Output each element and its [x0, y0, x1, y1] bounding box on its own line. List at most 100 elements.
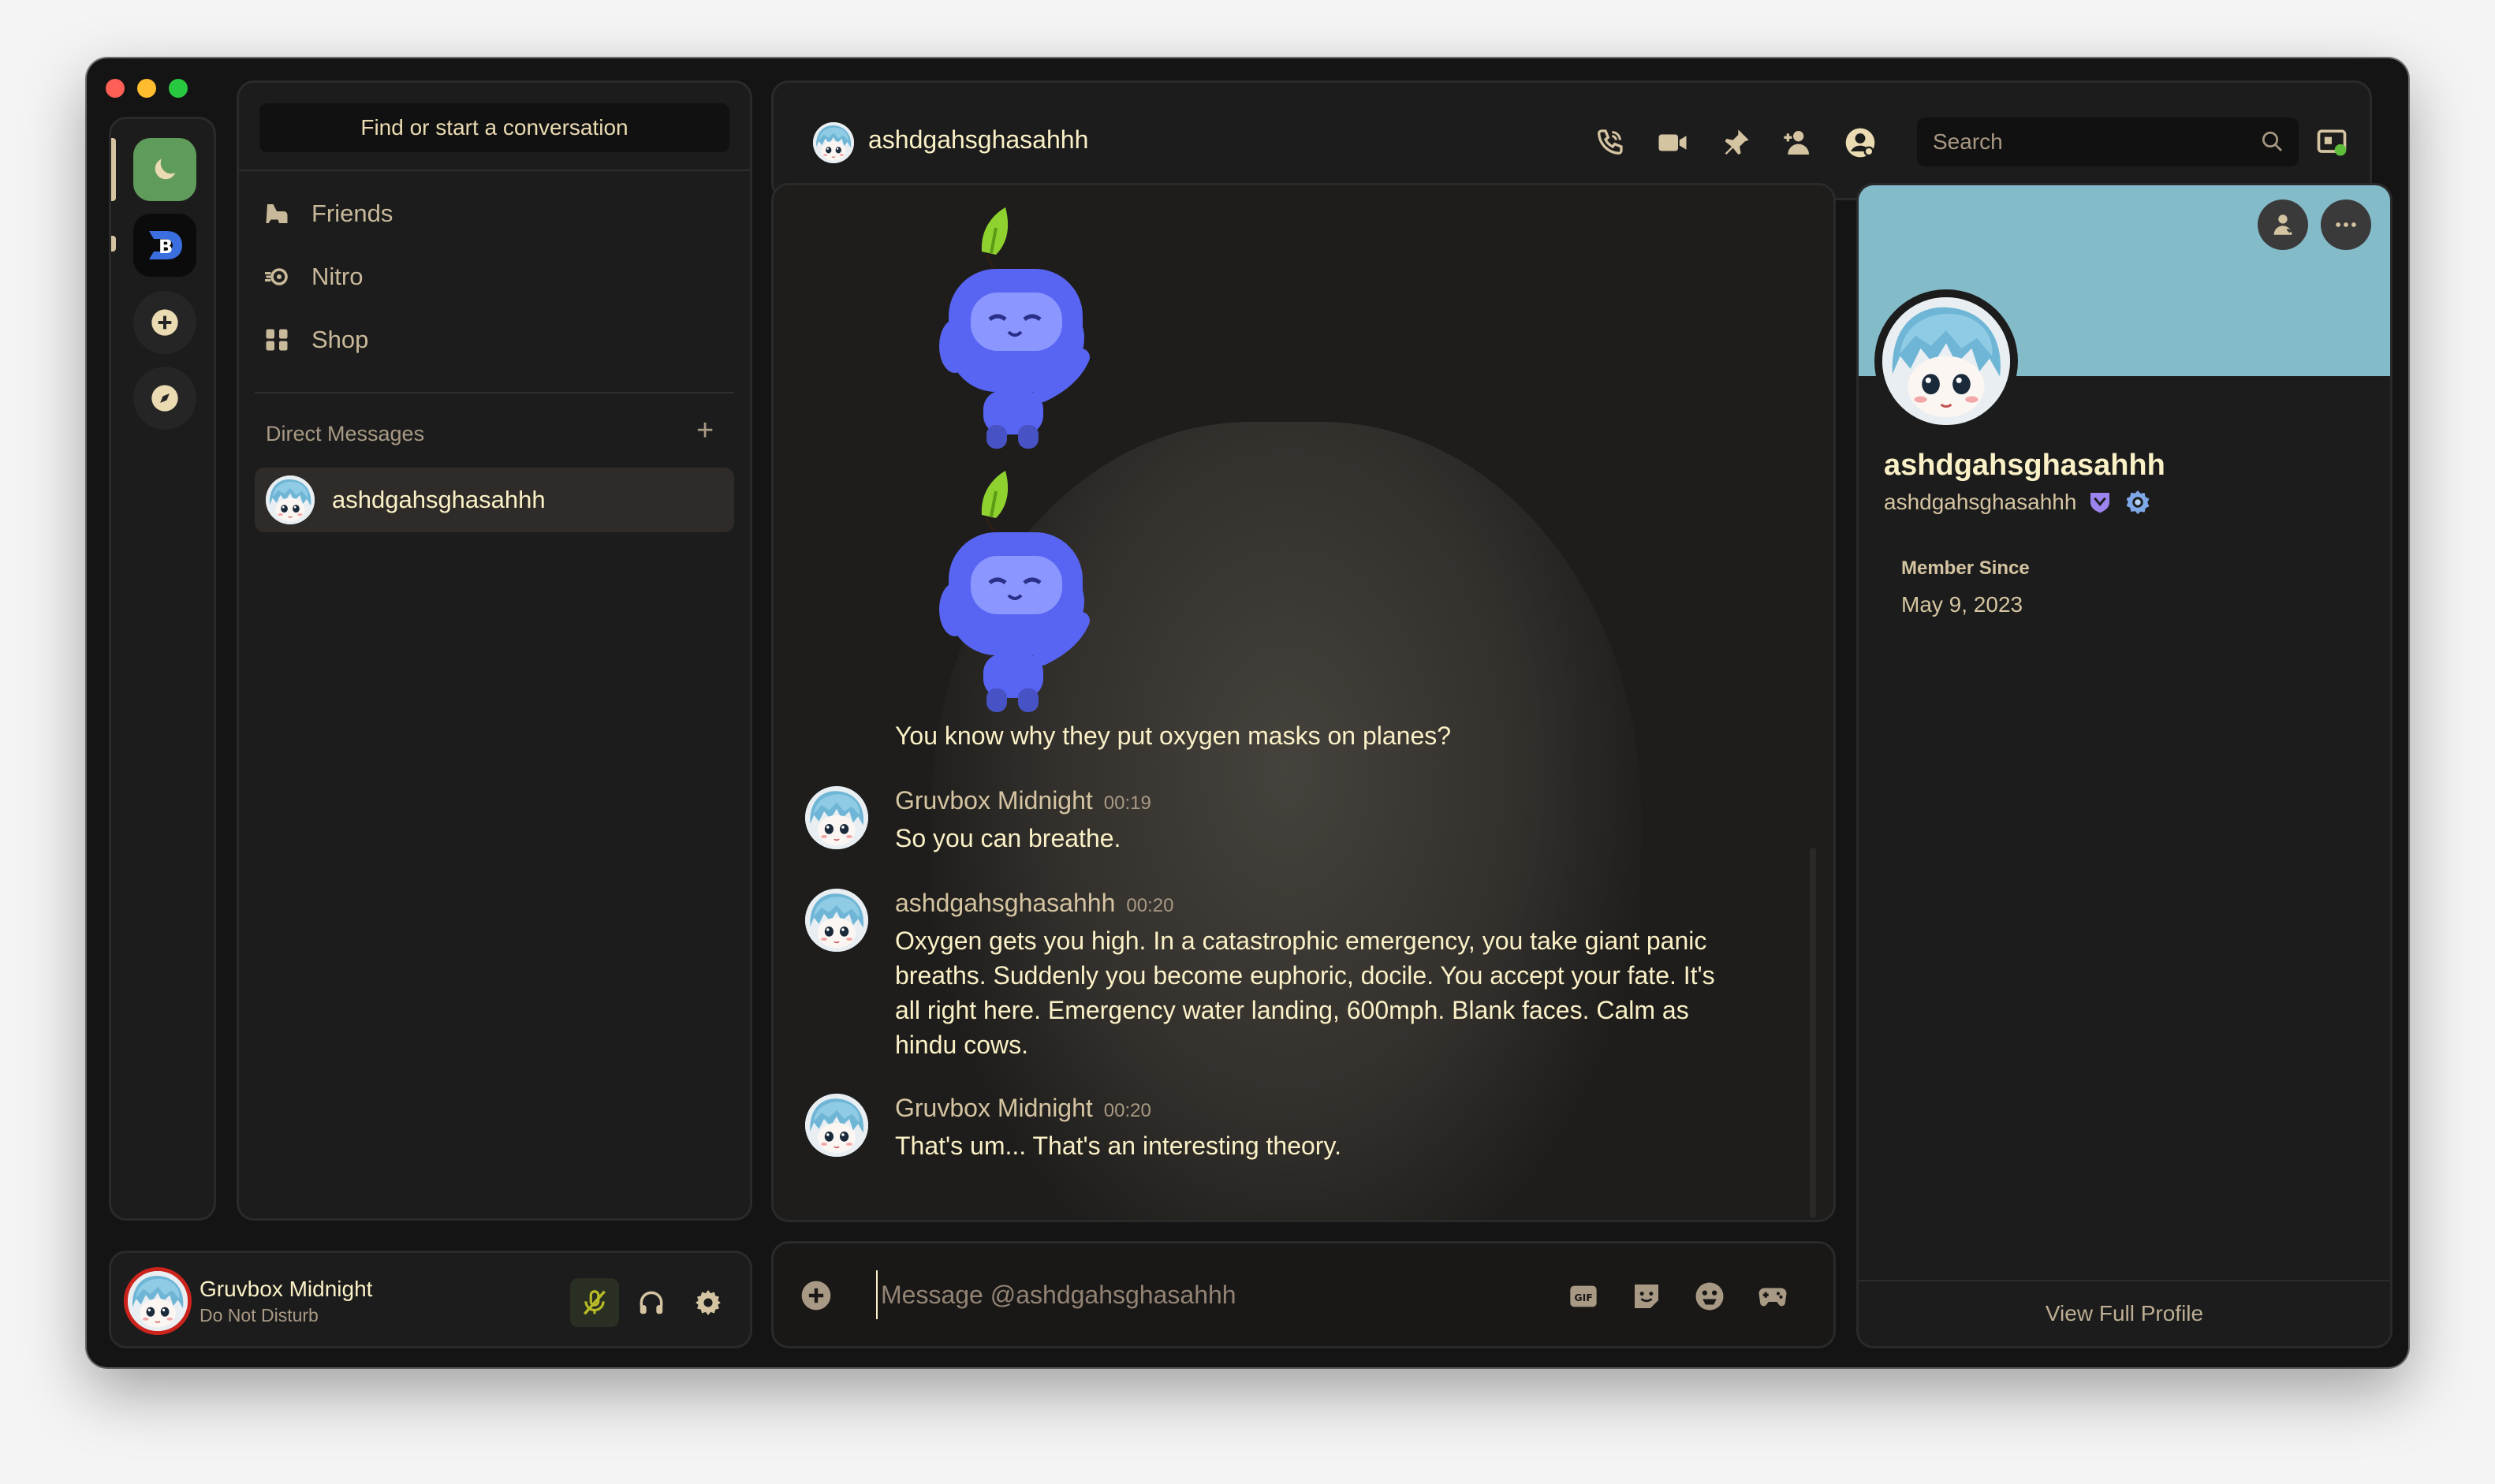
compass-icon — [151, 385, 178, 412]
message-timestamp: 00:19 — [1103, 792, 1151, 814]
avatar[interactable] — [805, 786, 868, 849]
friends-icon — [266, 204, 288, 223]
voice-call-button[interactable] — [1591, 124, 1628, 162]
member-since-label: Member Since — [1901, 557, 2030, 579]
mute-button[interactable] — [570, 1278, 619, 1327]
profile-avatar[interactable] — [1874, 289, 2018, 433]
member-since-date: May 9, 2023 — [1901, 592, 2023, 617]
ellipsis-icon — [2336, 222, 2356, 227]
author-name[interactable]: Gruvbox Midnight — [895, 1094, 1093, 1122]
avatar — [1882, 297, 2010, 425]
sticker-icon — [1635, 1285, 1658, 1308]
message-timestamp: 00:20 — [1126, 895, 1174, 916]
message-text: Oxygen gets you high. In a catastrophic … — [895, 927, 1715, 1059]
message-text: You know why they put oxygen masks on pl… — [895, 721, 1452, 750]
nitro-badge-icon[interactable] — [2124, 488, 2152, 516]
video-icon — [1658, 134, 1687, 151]
find-conversation-button[interactable]: Find or start a conversation — [259, 103, 729, 152]
user-profile-panel: ashdgahsghasahhh ashdgahsghasahhh Member… — [1856, 183, 2392, 1348]
add-friends-to-dm-button[interactable] — [1778, 124, 1816, 162]
dm-sidebar: Find or start a conversation Friends Nit… — [237, 80, 752, 1221]
user-avatar[interactable] — [124, 1267, 192, 1335]
message-input[interactable] — [876, 1270, 1554, 1319]
message-timestamp: 00:20 — [1103, 1100, 1151, 1121]
wumpus-sticker — [908, 196, 1097, 457]
avatar — [128, 1271, 188, 1331]
search-box[interactable]: Search — [1917, 117, 2299, 166]
nav-friends-label: Friends — [311, 199, 393, 227]
deafen-button[interactable] — [627, 1278, 676, 1327]
gif-button[interactable]: GIF — [1564, 1277, 1603, 1316]
nav-nitro[interactable]: Nitro — [263, 252, 363, 302]
emoji-button[interactable] — [1690, 1277, 1729, 1316]
nitro-icon — [265, 268, 288, 285]
user-name: Gruvbox Midnight — [200, 1277, 373, 1301]
author-name[interactable]: ashdgahsghasahhh — [895, 889, 1115, 917]
message-composer: GIF — [771, 1241, 1836, 1348]
message-text: So you can breathe. — [895, 824, 1121, 852]
view-full-profile-button[interactable]: View Full Profile — [1859, 1280, 2390, 1346]
inbox-button[interactable] — [2313, 124, 2351, 162]
video-call-button[interactable] — [1654, 124, 1691, 162]
gamepad-icon — [1758, 1288, 1787, 1307]
settings-button[interactable] — [684, 1278, 733, 1327]
create-dm-button[interactable]: + — [696, 414, 714, 448]
minimize-window-button[interactable] — [137, 79, 156, 98]
person-add-icon — [2273, 214, 2295, 235]
dm-item-ashdgahsghasahhh[interactable]: ashdgahsghasahhh — [255, 468, 734, 532]
search-placeholder: Search — [1933, 129, 2003, 154]
channel-title: ashdgahsghasahhh — [868, 125, 1089, 154]
explore-button[interactable] — [133, 367, 196, 430]
selected-indicator — [111, 138, 116, 201]
app-window: B Find or start a conversation Friends N… — [87, 58, 2408, 1367]
maximize-window-button[interactable] — [169, 79, 188, 98]
add-friend-button[interactable] — [2258, 199, 2308, 250]
home-button[interactable] — [133, 138, 196, 201]
phone-icon — [1597, 129, 1623, 155]
headphones-icon — [640, 1291, 663, 1314]
add-friend-icon — [1784, 131, 1809, 155]
author-name[interactable]: Gruvbox Midnight — [895, 786, 1093, 815]
scrollbar[interactable] — [1810, 848, 1816, 1218]
message-author[interactable]: ashdgahsghasahhh 00:20 — [895, 889, 1173, 918]
activities-button[interactable] — [1753, 1277, 1792, 1316]
nav-shop[interactable]: Shop — [263, 315, 368, 365]
add-server-button[interactable] — [133, 291, 196, 354]
pin-icon — [1725, 129, 1749, 155]
search-icon — [2262, 132, 2282, 151]
toggle-profile-button[interactable] — [1841, 124, 1879, 162]
user-status: Do Not Disturb — [200, 1305, 319, 1326]
inbox-icon — [2317, 129, 2347, 156]
gif-icon: GIF — [1570, 1285, 1597, 1307]
profile-icon — [1845, 128, 1875, 158]
avatar — [813, 122, 854, 163]
shop-icon — [266, 329, 288, 351]
nav-shop-label: Shop — [311, 326, 369, 353]
divider — [239, 170, 750, 171]
message-author[interactable]: Gruvbox Midnight 00:19 — [895, 786, 1151, 815]
profile-username-row: ashdgahsghasahhh — [1884, 488, 2152, 516]
window-controls — [106, 79, 188, 98]
server-button[interactable]: B — [133, 214, 196, 277]
emoji-icon — [1695, 1282, 1724, 1311]
profile-username: ashdgahsghasahhh — [1884, 490, 2077, 514]
message-author[interactable]: Gruvbox Midnight 00:20 — [895, 1094, 1151, 1123]
moon-icon — [155, 158, 176, 180]
hypesquad-badge-icon[interactable] — [2087, 490, 2113, 515]
avatar[interactable] — [805, 1094, 868, 1157]
avatar[interactable] — [805, 889, 868, 952]
unread-indicator — [111, 236, 116, 252]
more-options-button[interactable] — [2321, 199, 2371, 250]
close-window-button[interactable] — [106, 79, 125, 98]
nav-friends[interactable]: Friends — [263, 188, 393, 239]
upload-plus-icon[interactable] — [799, 1278, 834, 1313]
sticker-button[interactable] — [1627, 1277, 1666, 1316]
svg-text:B: B — [159, 236, 173, 258]
user-panel: Gruvbox Midnight Do Not Disturb — [109, 1251, 752, 1348]
plus-circle-icon — [151, 309, 178, 336]
message-text: That's um... That's an interesting theor… — [895, 1132, 1341, 1160]
pinned-messages-button[interactable] — [1717, 124, 1755, 162]
server-rail: B — [109, 117, 216, 1221]
message-list: You know why they put oxygen masks on pl… — [771, 183, 1836, 1222]
server-logo-icon: B — [149, 231, 182, 259]
